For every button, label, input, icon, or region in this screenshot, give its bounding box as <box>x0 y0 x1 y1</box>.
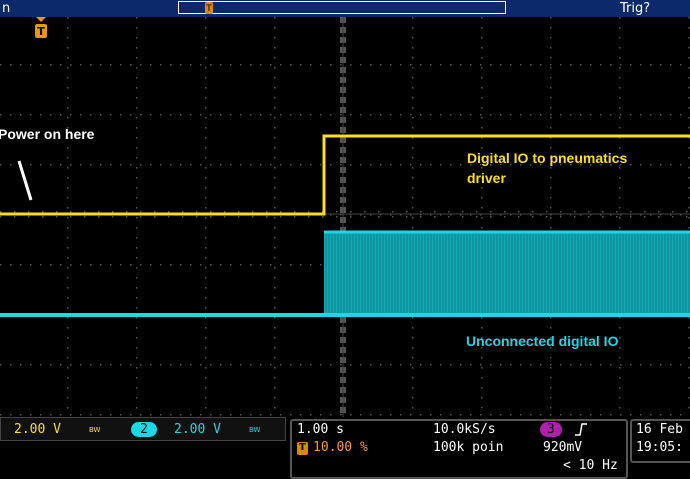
trigger-status: Trig? <box>620 1 651 16</box>
acquisition-state: n <box>2 1 11 16</box>
ch2-scale[interactable]: 2.00 V <box>174 422 221 437</box>
ch1-bw-icon: BW <box>89 426 101 434</box>
timebase-scale[interactable]: 1.00 s <box>297 422 344 437</box>
trigger-source: 3 <box>547 422 555 437</box>
status-bar: n T Trig? <box>0 0 690 17</box>
record-trigger-icon: T <box>205 1 213 14</box>
svg-text:T: T <box>205 4 212 14</box>
trigger-position[interactable]: 10.00 % <box>313 440 368 455</box>
sample-rate: 10.0kS/s <box>433 422 496 437</box>
graticule-grid <box>0 17 690 417</box>
waveform-display[interactable] <box>0 17 690 417</box>
ch2-number: 2 <box>140 422 148 437</box>
power-on-note: Power on here <box>0 126 95 142</box>
record-length[interactable]: 100k poin <box>433 440 503 455</box>
ch1-note-line2: driver <box>467 170 506 186</box>
ch1-scale[interactable]: 2.00 V <box>14 422 61 437</box>
ch1-note-line1: Digital IO to pneumatics <box>467 150 628 166</box>
trigger-level[interactable]: 920mV <box>543 440 582 455</box>
date: 16 Feb <box>636 422 683 437</box>
rising-edge-icon <box>575 423 587 436</box>
readout-panel: 2.00 V BW 2 2.00 V BW 1.00 s T 10.00 % 1… <box>0 417 690 479</box>
ch2-bw-icon: BW <box>249 426 261 434</box>
time: 19:05: <box>636 440 683 455</box>
record-view-bar[interactable] <box>178 1 506 14</box>
ch2-note: Unconnected digital IO <box>466 333 619 349</box>
annotation-pointer <box>17 160 33 201</box>
trigger-frequency: < 10 Hz <box>563 458 618 473</box>
